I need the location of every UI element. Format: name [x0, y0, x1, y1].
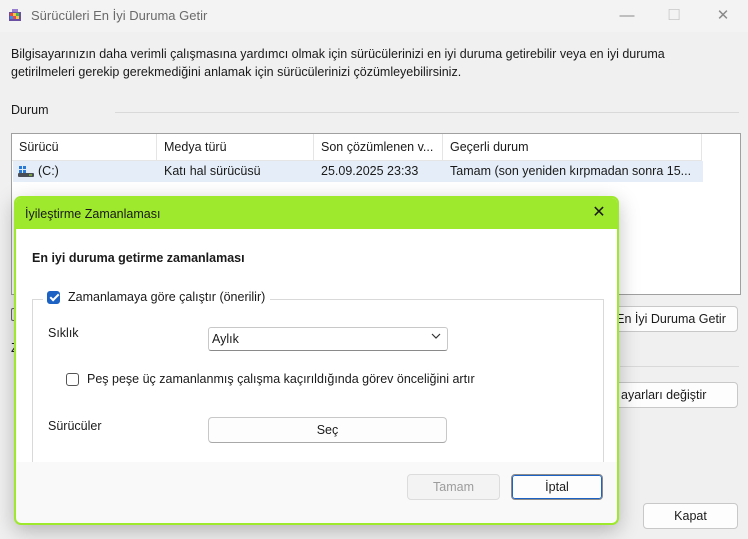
dialog-heading: En iyi duruma getirme zamanlaması [32, 251, 245, 265]
column-header-current-status[interactable]: Geçerli durum [443, 134, 702, 160]
minimize-button[interactable]: — [617, 6, 637, 26]
close-window-button[interactable]: ✕ [713, 6, 733, 26]
column-header-drive[interactable]: Sürücü [12, 134, 157, 160]
window-title-bar: Sürücüleri En İyi Duruma Getir — ☐ ✕ [0, 0, 748, 32]
cancel-button[interactable]: İptal [511, 474, 603, 500]
table-row[interactable]: (C:) Katı hal sürücüsü 25.09.2025 23:33 … [13, 161, 703, 182]
drives-label: Sürücüler [48, 419, 102, 433]
change-settings-button[interactable]: ayarları değiştir [606, 382, 738, 408]
section-divider [115, 112, 739, 113]
cell-current-status: Tamam (son yeniden kırpmadan sonra 15... [450, 164, 692, 178]
chevron-down-icon [431, 331, 441, 344]
increase-priority-label: Peş peşe üç zamanlanmış çalışma kaçırıld… [87, 372, 475, 386]
status-section-label: Durum [11, 103, 49, 117]
cell-last-analyzed: 25.09.2025 23:33 [321, 164, 419, 178]
maximize-button[interactable]: ☐ [664, 6, 684, 26]
section-divider-2 [620, 366, 739, 367]
increase-priority-option[interactable]: Peş peşe üç zamanlanmış çalışma kaçırıld… [66, 372, 475, 386]
dialog-title: İyileştirme Zamanlaması [25, 207, 161, 221]
cell-drive: (C:) [38, 164, 59, 178]
choose-drives-button[interactable]: Seç [208, 417, 447, 443]
column-header-last-analyzed[interactable]: Son çözümlenen v... [314, 134, 443, 160]
optimize-button[interactable]: En İyi Duruma Getir [604, 306, 738, 332]
run-on-schedule-option[interactable]: Zamanlamaya göre çalıştır (önerilir) [43, 290, 271, 304]
run-on-schedule-label: Zamanlamaya göre çalıştır (önerilir) [68, 290, 266, 304]
increase-priority-checkbox[interactable] [66, 372, 79, 386]
frequency-select[interactable]: Aylık [208, 327, 448, 351]
description-text: Bilgisayarınızın daha verimli çalışmasın… [11, 47, 665, 79]
drive-list-header: Sürücü Medya türü Son çözümlenen v... Ge… [12, 134, 702, 161]
window-title: Sürücüleri En İyi Duruma Getir [31, 8, 208, 23]
frequency-value: Aylık [212, 332, 239, 346]
dialog-title-bar: İyileştirme Zamanlaması ✕ [16, 198, 617, 229]
dialog-body: En iyi duruma getirme zamanlaması Zamanl… [17, 229, 617, 462]
schedule-dialog: İyileştirme Zamanlaması ✕ En iyi duruma … [14, 196, 619, 525]
defrag-app-icon [9, 9, 21, 21]
dialog-close-icon[interactable]: ✕ [589, 203, 609, 223]
frequency-label: Sıklık [48, 326, 79, 340]
ok-button[interactable]: Tamam [407, 474, 500, 500]
run-on-schedule-checkbox[interactable] [47, 290, 60, 304]
column-header-media-type[interactable]: Medya türü [157, 134, 314, 160]
cell-media-type: Katı hal sürücüsü [164, 164, 261, 178]
close-button[interactable]: Kapat [643, 503, 738, 529]
